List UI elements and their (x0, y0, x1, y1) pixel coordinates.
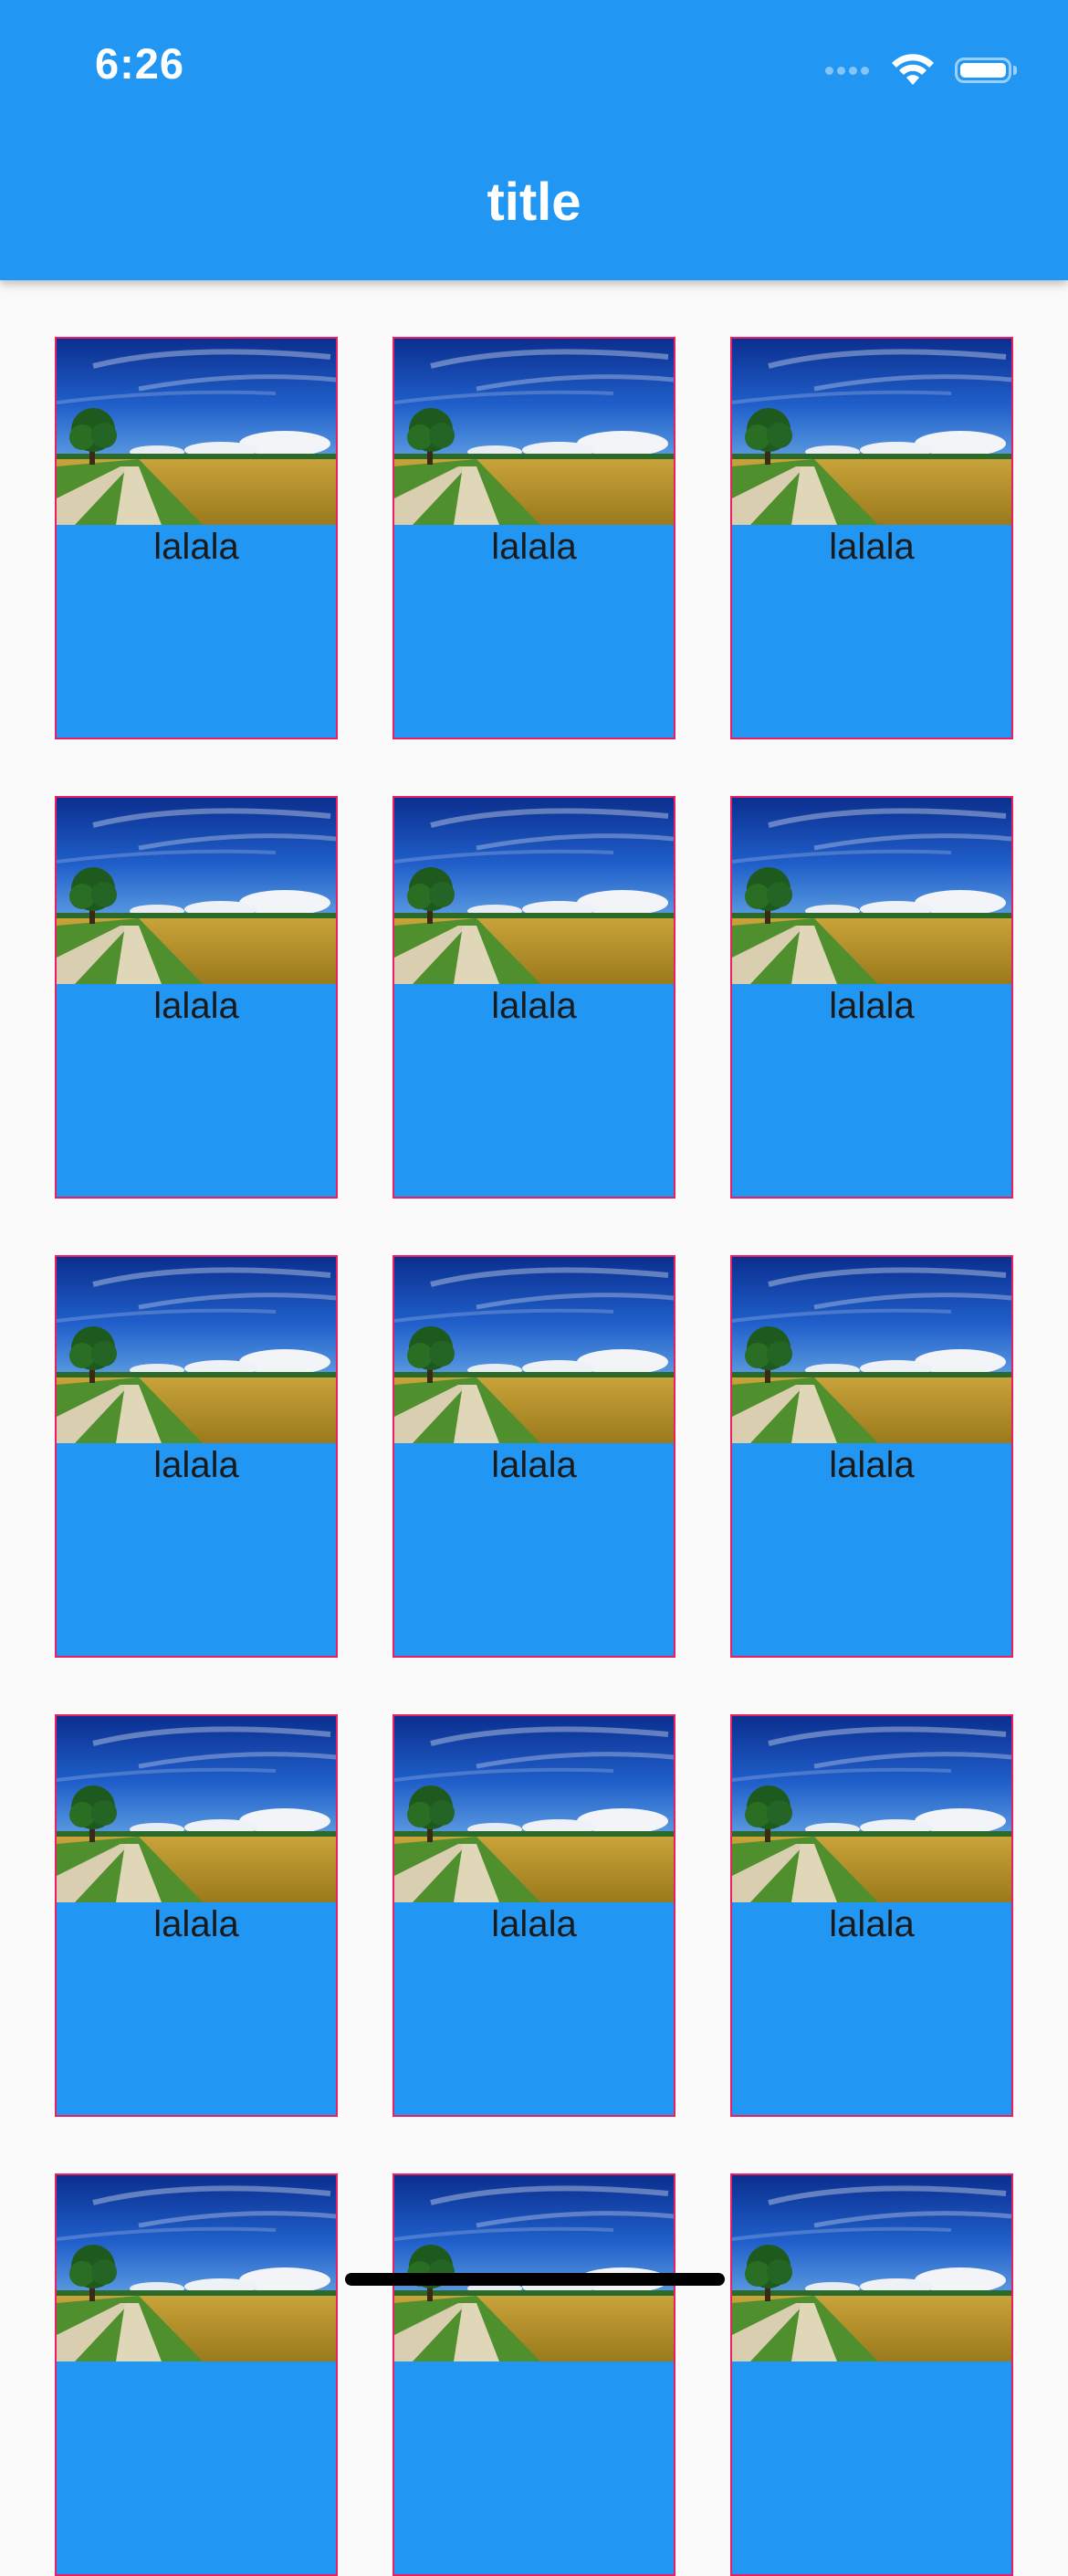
grid-card[interactable] (730, 2173, 1013, 2576)
landscape-image (57, 339, 336, 525)
grid-card[interactable]: lalala (730, 796, 1013, 1199)
landscape-image (394, 339, 674, 525)
grid-card[interactable]: lalala (730, 337, 1013, 739)
card-label: lalala (491, 1904, 577, 1944)
card-grid: lalala lalala lalala lalala lalala lalal… (55, 337, 1013, 2576)
card-label: lalala (491, 527, 577, 567)
landscape-image (732, 1716, 1011, 1902)
landscape-image (394, 2175, 674, 2361)
page-title: title (487, 173, 581, 232)
card-label: lalala (829, 527, 915, 567)
landscape-image (732, 339, 1011, 525)
card-label: lalala (153, 527, 239, 567)
landscape-image (57, 1716, 336, 1902)
cellular-signal-icon (825, 66, 873, 75)
landscape-image (57, 2175, 336, 2361)
home-indicator[interactable] (345, 2273, 725, 2286)
grid-card[interactable]: lalala (55, 796, 338, 1199)
grid-card[interactable]: lalala (393, 796, 675, 1199)
card-label: lalala (829, 1904, 915, 1944)
wifi-icon (892, 54, 934, 85)
landscape-image (394, 1716, 674, 1902)
app-bar: 6:26 title (0, 0, 1068, 280)
landscape-image (732, 798, 1011, 984)
grid-card[interactable]: lalala (55, 1714, 338, 2117)
landscape-image (394, 1257, 674, 1443)
grid-card[interactable] (393, 2173, 675, 2576)
grid-card[interactable]: lalala (393, 337, 675, 739)
card-label: lalala (491, 986, 577, 1026)
grid-card[interactable]: lalala (730, 1714, 1013, 2117)
card-label: lalala (491, 1445, 577, 1485)
card-label: lalala (153, 986, 239, 1026)
battery-icon (955, 58, 1011, 83)
grid-card[interactable]: lalala (393, 1255, 675, 1658)
grid-card[interactable]: lalala (393, 1714, 675, 2117)
grid-card[interactable] (55, 2173, 338, 2576)
grid-card[interactable]: lalala (55, 337, 338, 739)
card-label: lalala (829, 1445, 915, 1485)
landscape-image (57, 798, 336, 984)
grid-card[interactable]: lalala (730, 1255, 1013, 1658)
card-label: lalala (153, 1445, 239, 1485)
grid-card[interactable]: lalala (55, 1255, 338, 1658)
landscape-image (57, 1257, 336, 1443)
status-time: 6:26 (95, 39, 185, 88)
card-label: lalala (829, 986, 915, 1026)
landscape-image (732, 1257, 1011, 1443)
card-label: lalala (153, 1904, 239, 1944)
status-icons (825, 47, 1017, 93)
landscape-image (394, 798, 674, 984)
landscape-image (732, 2175, 1011, 2361)
